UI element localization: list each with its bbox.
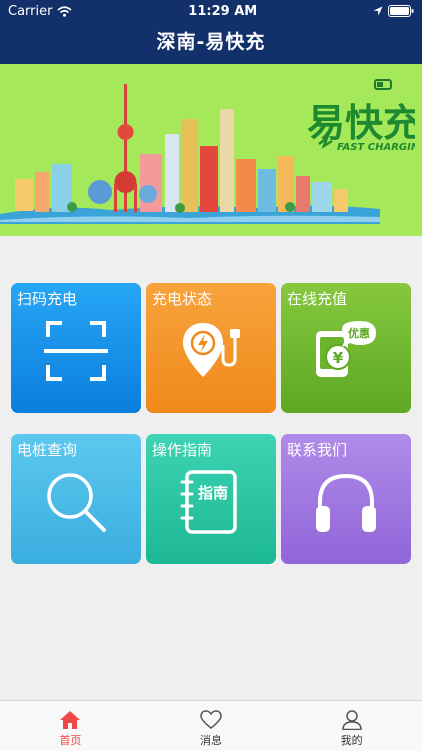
- tab-label: 消息: [200, 734, 222, 747]
- charger-search-tile[interactable]: 电桩查询: [11, 434, 141, 564]
- operation-guide-tile[interactable]: 操作指南 指南: [146, 434, 276, 564]
- tab-label: 我的: [340, 734, 363, 747]
- location-arrow-icon: [373, 6, 383, 16]
- tab-messages[interactable]: 消息: [141, 701, 282, 751]
- scan-icon: [44, 321, 108, 381]
- currency-symbol: ¥: [333, 349, 344, 367]
- search-icon: [47, 473, 106, 532]
- online-recharge-tile[interactable]: 在线充值 ¥ 优惠: [281, 283, 411, 413]
- discount-badge: 优惠: [348, 326, 370, 340]
- tab-bar: 首页 消息 我的: [0, 700, 422, 751]
- scan-charge-tile[interactable]: 扫码充电: [11, 283, 141, 413]
- charging-status-tile[interactable]: 充电状态: [146, 283, 276, 413]
- heart-icon: [200, 710, 222, 729]
- tile-label: 电桩查询: [17, 441, 78, 459]
- battery-icon: [388, 5, 414, 17]
- home-icon: [60, 711, 81, 729]
- fast-charging-logo: 易快充 FAST CHARGING: [307, 79, 415, 153]
- wifi-icon: [57, 5, 72, 17]
- tab-home[interactable]: 首页: [0, 701, 141, 751]
- user-icon: [341, 710, 362, 730]
- contact-us-tile[interactable]: 联系我们: [281, 434, 411, 564]
- tile-label: 操作指南: [152, 441, 213, 459]
- tab-profile[interactable]: 我的: [281, 701, 422, 751]
- status-time: 11:29 AM: [188, 3, 258, 19]
- carrier-label: Carrier: [8, 3, 53, 19]
- tile-label: 充电状态: [152, 290, 213, 308]
- logo-subtitle: FAST CHARGING: [337, 142, 415, 153]
- status-bar: Carrier 11:29 AM: [0, 0, 422, 22]
- tab-label: 首页: [59, 734, 82, 747]
- feature-grid: 扫码充电 充电状态 在线充值 ¥ 优惠 电桩查询 操作指南 指南 联系我们: [0, 236, 422, 700]
- page-title: 深南-易快充: [156, 31, 266, 53]
- guide-book-icon: 指南: [180, 470, 237, 534]
- charging-location-icon: [183, 323, 240, 377]
- book-title: 指南: [198, 484, 228, 502]
- promo-banner[interactable]: 易快充 FAST CHARGING: [0, 64, 422, 236]
- tile-label: 在线充值: [287, 290, 348, 308]
- app-header: Carrier 11:29 AM 深南-易快充: [0, 0, 422, 64]
- logo-text: 易快充: [307, 101, 415, 145]
- recharge-card-icon: ¥ 优惠: [316, 321, 376, 377]
- headphones-icon: [316, 473, 376, 532]
- tile-label: 扫码充电: [17, 290, 78, 308]
- tile-label: 联系我们: [287, 441, 348, 459]
